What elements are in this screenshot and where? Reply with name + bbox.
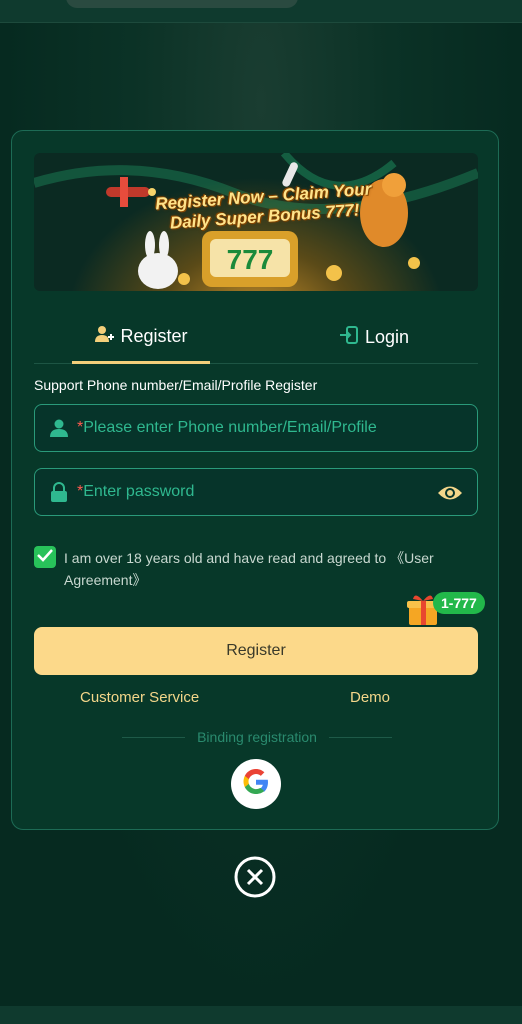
eye-icon[interactable] <box>437 482 463 504</box>
divider-line <box>122 736 186 738</box>
register-modal: 777 Register Now – Claim Your Daily Supe… <box>11 130 499 830</box>
tab-login-label: Login <box>364 326 410 347</box>
agreement-checkbox[interactable] <box>34 546 56 568</box>
close-icon <box>233 856 277 903</box>
demo-link[interactable]: Demo <box>350 689 390 706</box>
tab-register-label: Register <box>120 325 188 346</box>
account-placeholder: Please enter Phone number/Email/Profile <box>83 419 377 436</box>
login-door-icon <box>339 325 359 350</box>
support-label: Support Phone number/Email/Profile Regis… <box>34 377 318 393</box>
user-add-icon <box>94 324 115 349</box>
binding-label: Binding registration <box>197 729 317 745</box>
svg-text:777: 777 <box>227 244 274 275</box>
tab-login[interactable]: Login <box>324 311 424 363</box>
auth-tabs: Register Login <box>34 311 478 364</box>
promo-banner[interactable]: 777 Register Now – Claim Your Daily Supe… <box>34 153 478 291</box>
account-input[interactable]: * Please enter Phone number/Email/Profil… <box>34 404 478 452</box>
google-icon <box>240 766 272 803</box>
password-placeholder: Enter password <box>83 483 195 500</box>
check-icon <box>37 548 53 567</box>
tab-register[interactable]: Register <box>72 311 210 364</box>
password-input[interactable]: * Enter password <box>34 468 478 516</box>
google-signin-button[interactable] <box>231 759 281 809</box>
lock-icon <box>49 482 69 502</box>
customer-service-link[interactable]: Customer Service <box>80 689 199 706</box>
top-pill <box>66 0 298 8</box>
bottom-bar <box>0 1006 522 1024</box>
agreement-text[interactable]: I am over 18 years old and have read and… <box>64 547 484 591</box>
user-icon <box>49 418 69 438</box>
bonus-badge: 1-777 <box>433 592 485 614</box>
divider-line <box>328 736 393 738</box>
register-button[interactable]: Register <box>34 627 478 675</box>
binding-divider: Binding registration <box>122 727 393 747</box>
close-button[interactable] <box>233 855 277 899</box>
